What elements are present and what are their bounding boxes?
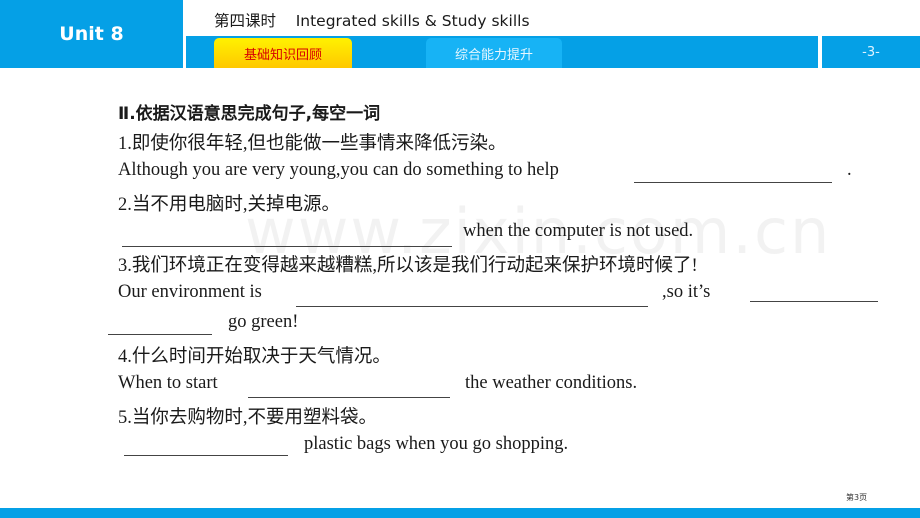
item-4-chinese: 4.什么时间开始取决于天气情况。	[118, 347, 391, 367]
item-1-chinese: 1.即使你很年轻,但也能做一些事情来降低污染。	[118, 134, 507, 154]
item-1-period: .	[847, 160, 852, 180]
item-3-english: Our environment is	[118, 282, 262, 302]
answer-blank[interactable]	[124, 455, 288, 456]
item-5-english: plastic bags when you go shopping.	[304, 434, 569, 454]
item-2-english: when the computer is not used.	[463, 221, 694, 241]
answer-blank[interactable]	[296, 306, 648, 307]
footer-page-number: 第3页	[846, 493, 868, 502]
answer-blank[interactable]	[122, 246, 452, 247]
item-3-english-end: go green!	[228, 312, 299, 332]
answer-blank[interactable]	[634, 182, 832, 183]
item-4-english-end: the weather conditions.	[465, 373, 638, 393]
item-4-english: When to start	[118, 373, 218, 393]
answer-blank[interactable]	[750, 301, 878, 302]
section-heading: Ⅱ.依据汉语意思完成句子,每空一词	[118, 104, 381, 124]
answer-blank[interactable]	[108, 334, 212, 335]
answer-blank[interactable]	[248, 397, 450, 398]
footer-bar	[0, 508, 920, 518]
exercise-content: Ⅱ.依据汉语意思完成句子,每空一词 1.即使你很年轻,但也能做一些事情来降低污染…	[0, 0, 920, 500]
item-2-chinese: 2.当不用电脑时,关掉电源。	[118, 195, 341, 215]
item-1-english: Although you are very young,you can do s…	[118, 160, 559, 180]
item-5-chinese: 5.当你去购物时,不要用塑料袋。	[118, 408, 378, 428]
item-3-chinese: 3.我们环境正在变得越来越糟糕,所以该是我们行动起来保护环境时候了!	[118, 256, 698, 276]
item-3-english-mid: ,so it’s	[662, 282, 711, 302]
